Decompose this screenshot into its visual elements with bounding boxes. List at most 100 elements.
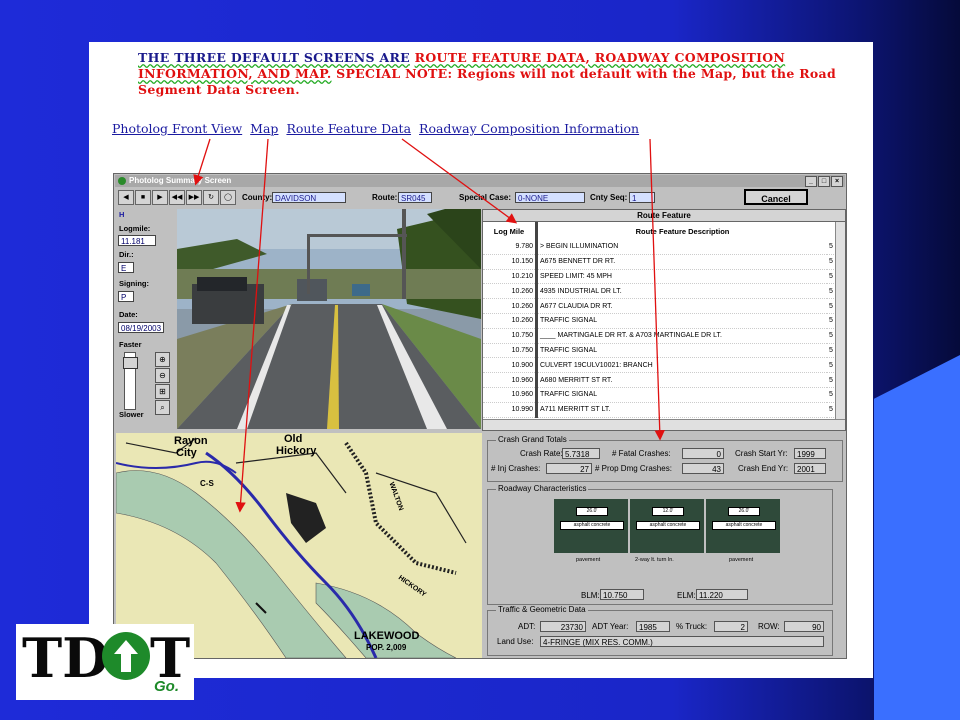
faster-label: Faster [119, 340, 142, 349]
map-label-rayon: Rayon [174, 435, 208, 447]
play-back-icon[interactable]: ◀ [118, 190, 134, 205]
route-label: Route: [372, 193, 398, 202]
table-row[interactable]: 10.960 TRAFFIC SIGNAL 5 [483, 387, 836, 403]
adt-label: ADT: [518, 622, 536, 631]
speed-slider-thumb[interactable] [123, 357, 138, 369]
dir-field[interactable]: E [118, 262, 134, 273]
truck-field: 2 [714, 621, 748, 632]
adt-year-label: ADT Year: [592, 622, 629, 631]
cancel-button[interactable]: Cancel [744, 189, 808, 205]
land-use-label: Land Use: [497, 637, 534, 646]
window-titlebar[interactable]: Photolog Summary Screen _ □ × [115, 175, 845, 187]
refresh-icon[interactable]: ↻ [203, 190, 219, 205]
county-field[interactable]: DAVIDSON [272, 192, 346, 203]
link-route-feature-data[interactable]: Route Feature Data [286, 121, 411, 136]
link-roadway-composition[interactable]: Roadway Composition Information [419, 121, 639, 136]
prop-label: # Prop Dmg Crashes: [595, 464, 672, 473]
truck-label: % Truck: [676, 622, 708, 631]
speed-slider[interactable] [123, 352, 138, 410]
cnty-seq-field[interactable]: 1 [629, 192, 655, 203]
col-log-mile: Log Mile [483, 222, 538, 240]
log-mile-cell: 10.210 [483, 269, 538, 285]
map-label-cs: C-S [200, 479, 214, 488]
map-label-city: City [176, 447, 197, 459]
log-mile-cell: 10.260 [483, 298, 538, 314]
description-cell: SPEED LIMIT: 45 MPH [536, 269, 827, 285]
crash-grand-totals: Crash Grand Totals Crash Rate: 5.7318 # … [487, 435, 843, 482]
logo-td: TD [22, 626, 110, 690]
route-field[interactable]: SR045 [398, 192, 432, 203]
special-case-field[interactable]: 0-NONE [515, 192, 585, 203]
table-row[interactable]: 10.150 A675 BENNETT DR RT. 5 [483, 254, 836, 270]
blm-label: BLM: [581, 591, 600, 600]
horizontal-scrollbar[interactable] [483, 419, 845, 430]
log-mile-cell: 10.260 [483, 283, 538, 300]
log-mile-cell: 10.900 [483, 357, 538, 374]
table-row[interactable]: 10.750 TRAFFIC SIGNAL 5 [483, 343, 836, 359]
description-cell: > BEGIN ILLUMINATION [536, 240, 827, 255]
slide-note: THE THREE DEFAULT SCREENS ARE ROUTE FEAT… [138, 50, 838, 98]
route-feature-title: Route Feature [483, 210, 845, 222]
log-mile-cell: 10.260 [483, 313, 538, 329]
rewind-icon[interactable]: ◀◀ [169, 190, 185, 205]
window-title: Photolog Summary Screen [129, 176, 232, 185]
minimize-button[interactable]: _ [805, 176, 817, 187]
close-button[interactable]: × [831, 176, 843, 187]
inj-label: # Inj Crashes: [491, 464, 541, 473]
table-row[interactable]: 10.900 CULVERT 19CULV10021: BRANCH 5 [483, 357, 836, 374]
date-field[interactable]: 08/19/2003 [118, 322, 164, 333]
log-mile-cell: 10.960 [483, 387, 538, 403]
circle-icon[interactable]: ◯ [220, 190, 236, 205]
fast-forward-icon[interactable]: ▶▶ [186, 190, 202, 205]
logo-go: Go. [154, 678, 179, 695]
cnty-seq-label: Cnty Seq: [590, 193, 628, 202]
playback-toolbar: ◀ ■ ▶ ◀◀ ▶▶ ↻ ◯ [118, 190, 236, 205]
table-row[interactable]: 10.260 TRAFFIC SIGNAL 5 [483, 313, 836, 329]
zoom-out-icon[interactable]: ⊖ [155, 368, 170, 383]
description-cell: ____ MARTINGALE DR RT. & A703 MARTINGALE… [536, 328, 827, 344]
lane-1-label: pavement [576, 557, 601, 563]
crash-end-label: Crash End Yr: [738, 464, 789, 473]
zoom-in-icon[interactable]: ⊕ [155, 352, 170, 367]
logmile-field[interactable]: 11.181 [118, 235, 156, 246]
crash-end-field: 2001 [794, 463, 826, 474]
county-label: County: [242, 193, 273, 202]
lane-2: 12.0' asphalt concrete [630, 499, 704, 553]
crash-title: Crash Grand Totals [496, 435, 569, 444]
elm-label: ELM: [677, 591, 696, 600]
col-description: Route Feature Description [635, 226, 730, 236]
note-part1: THE THREE DEFAULT SCREENS ARE [138, 50, 410, 65]
tdot-logo: TD T Go. [16, 624, 194, 700]
stop-icon[interactable]: ■ [135, 190, 151, 205]
route-feature-table: Log Mile Route Feature Description 9.780… [483, 222, 836, 418]
route-feature-rows: 9.780 > BEGIN ILLUMINATION 5 10.150 A675 BEN… [483, 240, 836, 418]
table-row[interactable]: 10.210 SPEED LIMIT: 45 MPH 5 [483, 269, 836, 285]
zoom-extent-icon[interactable]: ⊞ [155, 384, 170, 399]
crash-rate-field: 5.7318 [562, 448, 600, 459]
link-map[interactable]: Map [250, 121, 278, 136]
description-cell: TRAFFIC SIGNAL [536, 387, 827, 403]
description-cell: A680 MERRITT ST RT. [536, 372, 827, 388]
inj-field: 27 [546, 463, 592, 474]
table-row[interactable]: 10.260 4935 INDUSTRIAL DR LT. 5 [483, 283, 836, 300]
road-photo [177, 209, 481, 429]
lane-3-surface: asphalt concrete [712, 521, 776, 530]
table-row[interactable]: 10.960 A680 MERRITT ST RT. 5 [483, 372, 836, 388]
map-label-hickory: Hickory [276, 445, 317, 457]
signing-field[interactable]: P [118, 291, 134, 302]
lane-1-surface: asphalt concrete [560, 521, 624, 530]
table-row[interactable]: 9.780 > BEGIN ILLUMINATION 5 [483, 240, 836, 255]
vertical-scrollbar[interactable] [835, 222, 845, 420]
table-row[interactable]: 10.260 A677 CLAUDIA DR RT. 5 [483, 298, 836, 314]
table-row[interactable]: 10.750 ____ MARTINGALE DR RT. & A703 MART… [483, 328, 836, 344]
magnify-icon[interactable]: ⌕ [155, 400, 170, 415]
play-forward-icon[interactable]: ▶ [152, 190, 168, 205]
logo-circle [102, 632, 150, 680]
table-row[interactable]: 10.990 A711 MERRITT ST LT. 5 [483, 402, 836, 418]
background-accent [874, 355, 960, 720]
crash-rate-label: Crash Rate: [520, 449, 563, 458]
lane-1-width: 26.0' [576, 507, 608, 516]
restore-button[interactable]: □ [818, 176, 830, 187]
link-photolog-front-view[interactable]: Photolog Front View [112, 121, 242, 136]
log-mile-cell: 10.750 [483, 328, 538, 344]
